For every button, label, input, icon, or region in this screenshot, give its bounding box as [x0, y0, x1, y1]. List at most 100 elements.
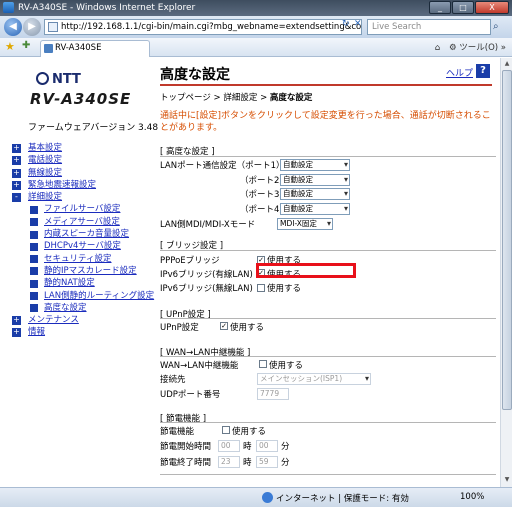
wan-relay-label: WAN→LAN中継機能 [160, 361, 239, 371]
sidebar-sub-advanced[interactable]: 高度な設定 [12, 302, 152, 314]
bullet-icon [30, 267, 38, 276]
sidebar-sub-fileserver[interactable]: ファイルサーバ設定 [12, 203, 152, 215]
power-start-hour-input[interactable]: 00 [218, 440, 240, 452]
notice-text: 通話中に[設定]ボタンをクリックして設定変更を行った場合、通話が切断されることが… [160, 111, 491, 133]
power-start-label: 節電開始時間 [160, 442, 212, 452]
vertical-scrollbar[interactable]: ▲ ▼ [500, 58, 512, 487]
power-end-label: 節電終了時間 [160, 458, 212, 468]
sidebar-sub-security[interactable]: セキュリティ設定 [12, 253, 152, 265]
help-link[interactable]: ヘルプ [446, 66, 473, 79]
back-button[interactable]: ◀ [4, 18, 22, 36]
scroll-down-icon[interactable]: ▼ [502, 475, 512, 485]
help-icon[interactable]: ? [476, 64, 490, 78]
minimize-button[interactable]: _ [429, 1, 451, 14]
bullet-icon [30, 230, 38, 239]
tools-menu[interactable]: ツール(O) [459, 43, 498, 53]
power-end-min-input[interactable]: 59 [256, 456, 278, 468]
section-divider [160, 356, 496, 357]
power-saving-checkbox[interactable] [222, 426, 230, 434]
chevron-right-icon[interactable]: » [501, 43, 506, 53]
sidebar-sub-masquerade[interactable]: 静的IPマスカレード設定 [12, 265, 152, 277]
maximize-button[interactable]: □ [452, 1, 474, 14]
lan-port3-select[interactable]: 自動設定 [280, 188, 350, 200]
window-title: RV-A340SE - Windows Internet Explorer [18, 3, 196, 13]
ipv6-wireless-bridge-checkbox[interactable] [257, 284, 265, 292]
pppoe-bridge-label: PPPoEブリッジ [160, 256, 220, 266]
forward-button[interactable]: ▶ [23, 18, 41, 36]
sidebar-sub-dhcp[interactable]: DHCPv4サーバ設定 [12, 240, 152, 252]
hour-unit: 時 [243, 458, 252, 468]
collapse-icon: - [12, 193, 21, 203]
wan-relay-dest-select[interactable]: メインセッション(ISP1) [257, 373, 371, 385]
search-placeholder: Live Search [372, 22, 422, 32]
expand-icon: + [12, 143, 21, 153]
sidebar-sub-static-nat[interactable]: 静的NAT設定 [12, 277, 152, 289]
search-icon[interactable]: ⌕ [493, 20, 507, 34]
udp-port-label: UDPポート番号 [160, 390, 221, 400]
url-input[interactable]: http://192.168.1.1/cgi-bin/main.cgi?mbg_… [44, 19, 362, 35]
bullet-icon [30, 279, 38, 288]
section-divider [160, 474, 496, 475]
wan-relay-checkbox[interactable] [259, 360, 267, 368]
scrollbar-thumb[interactable] [502, 70, 512, 410]
breadcrumb-parent[interactable]: 詳細設定 [223, 93, 257, 103]
stop-icon[interactable]: ✕ [354, 19, 362, 29]
power-saving-label: 節電機能 [160, 427, 195, 437]
tab-label: RV-A340SE [55, 43, 102, 53]
bullet-icon [30, 242, 38, 251]
lan-port1-label: LANポート通信設定（ポート1） [160, 161, 285, 171]
ipv6-wired-bridge-label: IPv6ブリッジ(有線LAN) [160, 270, 253, 280]
refresh-icon[interactable]: ↻ [342, 19, 350, 29]
bullet-icon [30, 218, 38, 227]
home-icon[interactable]: ⌂ [435, 43, 440, 53]
search-input[interactable]: Live Search [367, 19, 491, 35]
section-divider [160, 422, 496, 423]
sidebar-sub-speaker[interactable]: 内蔵スピーカ音量設定 [12, 228, 152, 240]
sidebar-item-detail[interactable]: - 詳細設定 [12, 191, 152, 203]
sidebar-item-phone[interactable]: + 電話設定 [12, 154, 152, 166]
mdi-select[interactable]: MDI-X固定 [277, 218, 333, 230]
expand-icon: + [12, 155, 21, 166]
sidebar-sub-routing[interactable]: LAN側静的ルーティング設定 [12, 290, 154, 302]
sidebar-item-earthquake[interactable]: + 緊急地震速報設定 [12, 179, 152, 191]
lan-port1-select[interactable]: 自動設定 [280, 159, 350, 171]
ntt-logo-icon [36, 72, 49, 85]
title-underline [160, 84, 492, 86]
lan-port2-select[interactable]: 自動設定 [280, 174, 350, 186]
expand-icon: + [12, 327, 21, 338]
upnp-label: UPnP設定 [160, 323, 199, 333]
breadcrumb-home[interactable]: トップページ [160, 93, 211, 103]
window-titlebar: RV-A340SE - Windows Internet Explorer _ … [0, 0, 512, 16]
power-start-min-input[interactable]: 00 [256, 440, 278, 452]
sidebar-item-info[interactable]: + 情報 [12, 326, 152, 338]
ipv6-wireless-bridge-check-label: 使用する [267, 284, 302, 294]
section-divider [160, 318, 496, 319]
globe-icon [262, 492, 273, 503]
sidebar-menu: + 基本設定 + 電話設定 + 無線設定 + 緊急地震速報設定 - 詳細設定 ファイルサー… [12, 142, 154, 339]
minute-unit: 分 [281, 442, 290, 452]
lan-port4-select[interactable]: 自動設定 [280, 203, 350, 215]
section-divider [160, 156, 496, 157]
zoom-level[interactable]: 100% [460, 492, 484, 502]
security-zone: インターネット | 保護モード: 有効 [276, 494, 409, 504]
browser-tab[interactable]: RV-A340SE [40, 40, 150, 57]
expand-icon: + [12, 179, 21, 190]
power-saving-check-label: 使用する [232, 427, 267, 437]
upnp-checkbox[interactable]: ✓ [220, 322, 228, 330]
add-favorites-icon[interactable]: ✚ [22, 40, 30, 51]
favorites-star-icon[interactable]: ★ [5, 40, 15, 53]
sidebar-item-wireless[interactable]: + 無線設定 [12, 167, 152, 179]
udp-port-input[interactable]: 7779 [257, 388, 289, 400]
close-button[interactable]: X [475, 1, 509, 14]
breadcrumb: トップページ > 詳細設定 > 高度な設定 [160, 93, 313, 103]
sidebar-sub-mediaserver[interactable]: メディアサーバ設定 [12, 216, 152, 228]
bullet-icon [30, 255, 38, 264]
sidebar-item-maintenance[interactable]: + メンテナンス [12, 314, 152, 326]
ntt-logo: NTT [36, 72, 81, 87]
sidebar-item-basic[interactable]: + 基本設定 [12, 142, 152, 154]
gear-icon[interactable]: ⚙ [449, 43, 457, 53]
command-bar: ⌂ ⚙ ツール(O) » [435, 41, 506, 53]
scroll-up-icon[interactable]: ▲ [502, 59, 512, 69]
power-end-hour-input[interactable]: 23 [218, 456, 240, 468]
wan-relay-dest-label: 接続先 [160, 375, 186, 385]
